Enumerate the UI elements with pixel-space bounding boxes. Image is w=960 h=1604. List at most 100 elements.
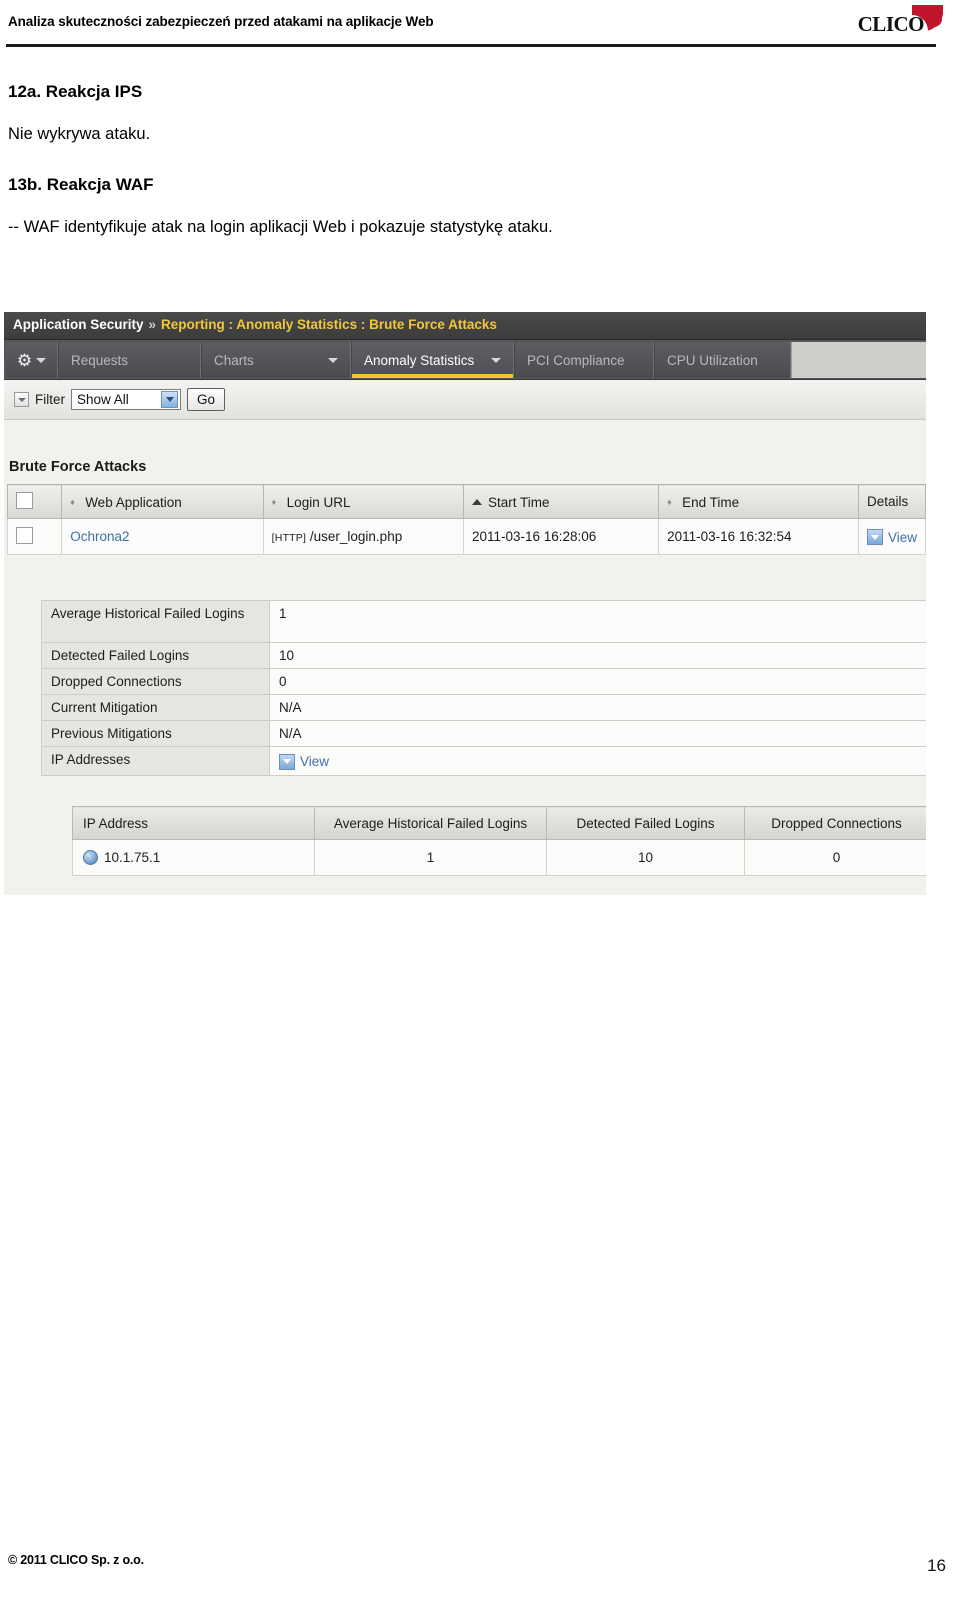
tab-pci-compliance[interactable]: PCI Compliance xyxy=(514,342,654,378)
cell-ip-address: 10.1.75.1 xyxy=(72,839,315,876)
tab-requests[interactable]: Requests xyxy=(58,342,201,378)
chevron-down-icon xyxy=(491,357,501,363)
cell-dropped-connections: 0 xyxy=(744,839,926,876)
detail-value-ip-addresses: View xyxy=(269,746,926,776)
detail-row: Current Mitigation N/A xyxy=(41,694,926,721)
table-header-row: ♦ Web Application ♦ Login URL Start Time xyxy=(6,484,926,519)
ip-addresses-table: IP Address Average Historical Failed Log… xyxy=(72,806,926,876)
filter-label: Filter xyxy=(35,392,65,407)
breadcrumb-root[interactable]: Application Security xyxy=(13,317,144,332)
detail-row: Detected Failed Logins 10 xyxy=(41,642,926,669)
ip-table-row: 10.1.75.1 1 10 0 xyxy=(72,839,926,876)
breadcrumb-bar: Application Security » Reporting : Anomaly… xyxy=(4,312,926,340)
details-view-button[interactable]: View xyxy=(866,529,917,546)
detail-row: Previous Mitigations N/A xyxy=(41,720,926,747)
paragraph-12a: Nie wykrywa ataku. xyxy=(8,125,151,144)
globe-icon xyxy=(83,850,98,865)
column-web-application[interactable]: ♦ Web Application xyxy=(61,484,264,519)
footer-copyright: © 2011 CLICO Sp. z o.o. xyxy=(8,1553,144,1567)
sort-both-icon: ♦ xyxy=(70,497,75,507)
cell-detected-failed-logins: 10 xyxy=(546,839,745,876)
chevron-down-icon xyxy=(161,391,178,408)
login-url-protocol: [HTTP] xyxy=(271,532,307,544)
chevron-down-icon xyxy=(328,357,338,363)
column-web-application-label: Web Application xyxy=(85,495,182,510)
detail-value: N/A xyxy=(269,694,926,721)
cell-start-time: 2011-03-16 16:28:06 xyxy=(462,518,660,555)
tab-anomaly-statistics[interactable]: Anomaly Statistics xyxy=(351,342,514,378)
ip-address-value: 10.1.75.1 xyxy=(104,850,161,865)
tab-bar-filler xyxy=(791,342,926,378)
filter-select[interactable]: Show All xyxy=(71,389,181,410)
column-details-label: Details xyxy=(866,494,909,509)
page-header-title: Analiza skuteczności zabezpieczeń przed … xyxy=(8,14,434,29)
filter-toggle-icon[interactable] xyxy=(14,392,29,407)
detail-value: 1 xyxy=(269,600,926,643)
tab-requests-label: Requests xyxy=(71,352,129,368)
column-details: Details xyxy=(857,484,926,519)
table-row[interactable]: Ochrona2 [HTTP] /user_login.php 2011-03-… xyxy=(6,518,926,555)
sort-both-icon: ♦ xyxy=(271,497,277,507)
row-select-cell xyxy=(6,518,63,555)
content-background xyxy=(4,420,926,488)
detail-value: N/A xyxy=(269,720,926,747)
gear-icon: ⚙ xyxy=(16,350,33,370)
gear-menu-button[interactable]: ⚙ xyxy=(6,342,58,378)
ip-addresses-view-label: View xyxy=(300,754,330,769)
tab-cpu-utilization[interactable]: CPU Utilization xyxy=(654,342,791,378)
ip-table-header-row: IP Address Average Historical Failed Log… xyxy=(72,806,926,840)
sort-both-icon: ♦ xyxy=(667,497,672,507)
detail-row: Dropped Connections 0 xyxy=(41,668,926,695)
column-end-time[interactable]: ♦ End Time xyxy=(658,484,859,519)
detail-key: Average Historical Failed Logins xyxy=(41,600,270,643)
page-header: Analiza skuteczności zabezpieczeń przed … xyxy=(0,0,960,48)
expand-icon xyxy=(279,753,295,770)
web-application-link[interactable]: Ochrona2 xyxy=(70,529,129,544)
detail-key: Previous Mitigations xyxy=(41,720,270,747)
brute-force-attacks-table: ♦ Web Application ♦ Login URL Start Time xyxy=(6,484,926,555)
embedded-app-screenshot: Application Security » Reporting : Anomaly… xyxy=(4,312,926,895)
header-divider xyxy=(6,44,936,47)
detail-value: 0 xyxy=(269,668,926,695)
go-button[interactable]: Go xyxy=(187,388,225,411)
cell-avg-historical-failed-logins: 1 xyxy=(314,839,547,876)
column-ip-address: IP Address xyxy=(72,806,315,840)
cell-web-application: Ochrona2 xyxy=(61,518,264,555)
expand-icon xyxy=(866,529,883,546)
detail-row: Average Historical Failed Logins 1 xyxy=(41,600,926,643)
document-body: 12a. Reakcja IPS Nie wykrywa ataku. 13b.… xyxy=(8,82,952,252)
page-number: 16 xyxy=(927,1556,946,1575)
cell-details: View xyxy=(857,518,926,555)
tab-anomaly-statistics-label: Anomaly Statistics xyxy=(364,352,475,368)
column-dropped-connections: Dropped Connections xyxy=(744,806,926,840)
attack-detail-table: Average Historical Failed Logins 1 Detec… xyxy=(41,600,926,776)
detail-key: Dropped Connections xyxy=(41,668,270,695)
heading-13b: 13b. Reakcja WAF xyxy=(8,175,154,195)
row-checkbox[interactable] xyxy=(16,526,33,544)
cell-login-url: [HTTP] /user_login.php xyxy=(262,518,464,555)
column-start-time[interactable]: Start Time xyxy=(462,484,660,519)
tab-charts[interactable]: Charts xyxy=(201,342,351,378)
detail-value: 10 xyxy=(269,642,926,669)
breadcrumb-separator-icon: » xyxy=(148,317,157,332)
column-login-url-label: Login URL xyxy=(286,495,351,510)
heading-12a: 12a. Reakcja IPS xyxy=(8,82,143,101)
details-view-label: View xyxy=(887,529,917,545)
tab-pci-compliance-label: PCI Compliance xyxy=(527,352,625,368)
section-title: Brute Force Attacks xyxy=(9,459,147,475)
cell-end-time: 2011-03-16 16:32:54 xyxy=(658,518,859,555)
tab-bar: ⚙ Requests Charts Anomaly Statistics PCI… xyxy=(4,340,926,380)
breadcrumb: Application Security » Reporting : Anomaly… xyxy=(13,317,497,332)
detail-key: Detected Failed Logins xyxy=(41,642,270,669)
filter-select-value: Show All xyxy=(77,392,129,407)
tab-cpu-utilization-label: CPU Utilization xyxy=(667,352,758,368)
paragraph-13b: -- WAF identyfikuje atak na login aplika… xyxy=(8,218,553,237)
clico-logo: CLICO xyxy=(852,4,944,40)
column-start-time-label: Start Time xyxy=(487,494,550,510)
select-all-checkbox[interactable] xyxy=(16,491,33,509)
ip-addresses-view-button[interactable]: View xyxy=(279,753,330,770)
column-login-url[interactable]: ♦ Login URL xyxy=(262,484,464,519)
detail-row: IP Addresses View xyxy=(41,746,926,776)
column-avg-historical-failed-logins: Average Historical Failed Logins xyxy=(314,806,547,840)
login-url-path: /user_login.php xyxy=(309,529,403,544)
